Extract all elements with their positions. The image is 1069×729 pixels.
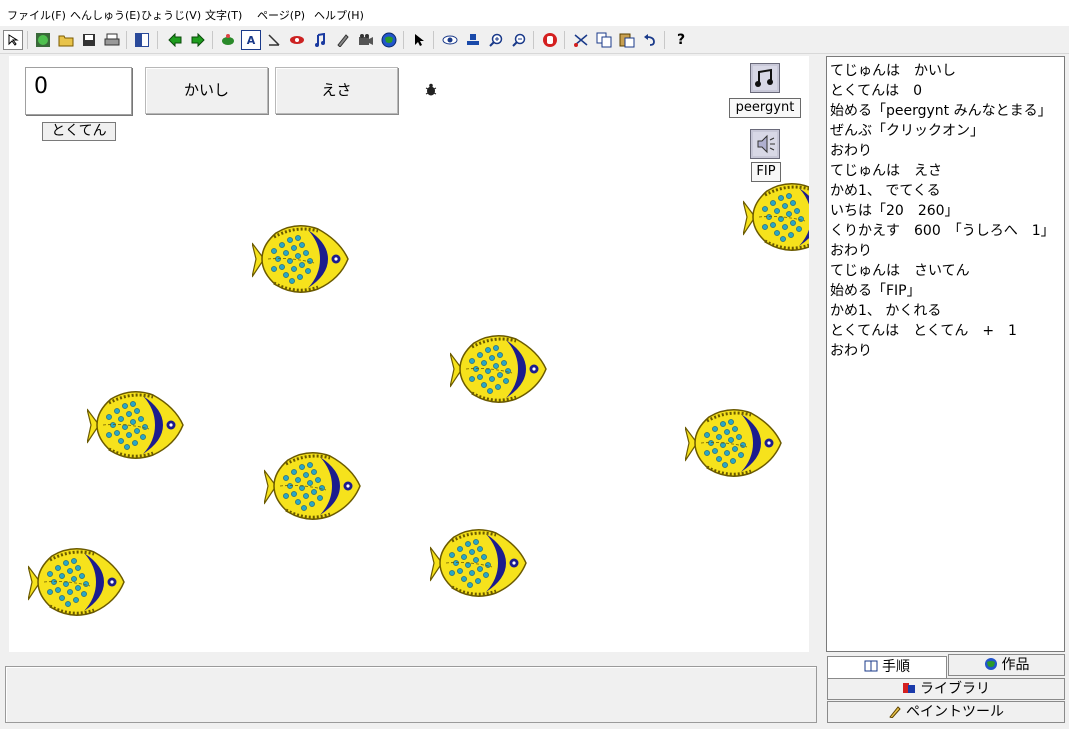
toolbar: A ? (0, 27, 1069, 54)
eye-tool-icon[interactable] (287, 30, 307, 50)
music-note-icon[interactable] (310, 30, 330, 50)
sound-file-icon[interactable] (750, 129, 780, 159)
script-line: おわり (830, 243, 872, 259)
menu-text[interactable]: 文字(T) (205, 7, 242, 23)
tab-works-label: 作品 (1001, 657, 1030, 673)
globe-icon[interactable] (379, 30, 399, 50)
menu-help[interactable]: ヘルプ(H) (314, 7, 364, 23)
view-eye-icon[interactable] (440, 30, 460, 50)
stop-hand-icon[interactable] (540, 30, 560, 50)
arrow-pointer-icon[interactable] (409, 30, 429, 50)
fish-sprite[interactable] (264, 450, 364, 524)
fish-sprite[interactable] (450, 333, 550, 407)
tab-paint-tool[interactable]: ペイントツール (827, 701, 1065, 723)
fish-sprite[interactable] (685, 407, 785, 481)
menu-edit[interactable]: へんしゅう(E) (70, 7, 141, 23)
score-label: とくてん (42, 122, 116, 141)
tab-library[interactable]: ライブラリ (827, 678, 1065, 700)
script-line: てじゅんは さいてん (830, 263, 970, 279)
fish-sprite[interactable] (743, 181, 809, 255)
help-icon[interactable]: ? (671, 30, 691, 50)
feed-button[interactable]: えさ (275, 67, 398, 114)
book-icon (864, 660, 878, 672)
fish-sprite[interactable] (430, 527, 530, 601)
script-editor[interactable]: てじゅんは かいし とくてんは 0 始める「peergynt みんなとまる」 ぜ… (826, 56, 1065, 652)
script-line: てじゅんは えさ (830, 163, 942, 179)
menu-file[interactable]: ファイル(F) (7, 7, 66, 23)
paste-icon[interactable] (617, 30, 637, 50)
script-line: おわり (830, 343, 872, 359)
script-line: てじゅんは かいし (830, 63, 956, 79)
forward-arrow-icon[interactable] (188, 30, 208, 50)
fish-sprite[interactable] (28, 546, 128, 620)
globe-icon (984, 658, 997, 670)
fish-sprite[interactable] (252, 223, 352, 297)
text-tool-icon[interactable]: A (241, 30, 261, 50)
brush-icon (889, 706, 901, 718)
script-line: 始める「peergynt みんなとまる」 (830, 103, 1052, 119)
fish-sprite[interactable] (87, 389, 187, 463)
script-line: ぜんぶ「クリックオン」 (830, 123, 984, 139)
menu-bar: ファイル(F) へんしゅう(E) ひょうじ(V) 文字(T) ページ(P) ヘル… (0, 0, 1069, 26)
music-file-icon[interactable] (750, 63, 780, 93)
tab-procedure-label: 手順 (882, 659, 910, 675)
menu-page[interactable]: ページ(P) (257, 7, 305, 23)
tab-paint-tool-label: ペイントツール (906, 704, 1004, 720)
tab-library-label: ライブラリ (920, 681, 990, 697)
zoom-in-icon[interactable] (486, 30, 506, 50)
copy-icon[interactable] (594, 30, 614, 50)
script-line: とくてんは とくてん + 1 (830, 323, 1017, 339)
turtle-icon[interactable] (218, 30, 238, 50)
library-icon (903, 683, 915, 693)
cursor-mode-icon[interactable] (3, 30, 23, 50)
tab-works[interactable]: 作品 (948, 654, 1065, 676)
script-line: かめ1、 かくれる (830, 303, 942, 319)
stage-canvas[interactable]: 0 とくてん かいし えさ peergynt FIP (9, 56, 809, 652)
script-line: かめ1、 でてくる (830, 183, 941, 199)
script-line: とくてんは 0 (830, 83, 923, 99)
stamp-icon[interactable] (463, 30, 483, 50)
script-line: くりかえす 600 「うしろへ 1」 (830, 223, 1055, 239)
score-value-field: 0 (25, 67, 132, 115)
cut-icon[interactable] (571, 30, 591, 50)
script-line: おわり (830, 143, 872, 159)
undo-icon[interactable] (640, 30, 660, 50)
print-icon[interactable] (102, 30, 122, 50)
video-icon[interactable] (356, 30, 376, 50)
start-button[interactable]: かいし (145, 67, 268, 114)
zoom-out-icon[interactable] (509, 30, 529, 50)
message-panel (5, 666, 817, 723)
back-arrow-icon[interactable] (165, 30, 185, 50)
sound-file-label[interactable]: FIP (751, 162, 781, 182)
turtle-sprite-icon[interactable] (425, 83, 437, 97)
open-folder-icon[interactable] (56, 30, 76, 50)
script-line: 始める「FIP」 (830, 283, 921, 299)
shape-tool-icon[interactable] (264, 30, 284, 50)
paint-icon[interactable] (333, 30, 353, 50)
script-line: いちは「20 260」 (830, 203, 959, 219)
new-icon[interactable] (33, 30, 53, 50)
tab-procedure[interactable]: 手順 (827, 656, 947, 678)
save-icon[interactable] (79, 30, 99, 50)
menu-view[interactable]: ひょうじ(V) (141, 7, 201, 23)
music-file-label[interactable]: peergynt (729, 98, 801, 118)
layout-icon[interactable] (132, 30, 152, 50)
